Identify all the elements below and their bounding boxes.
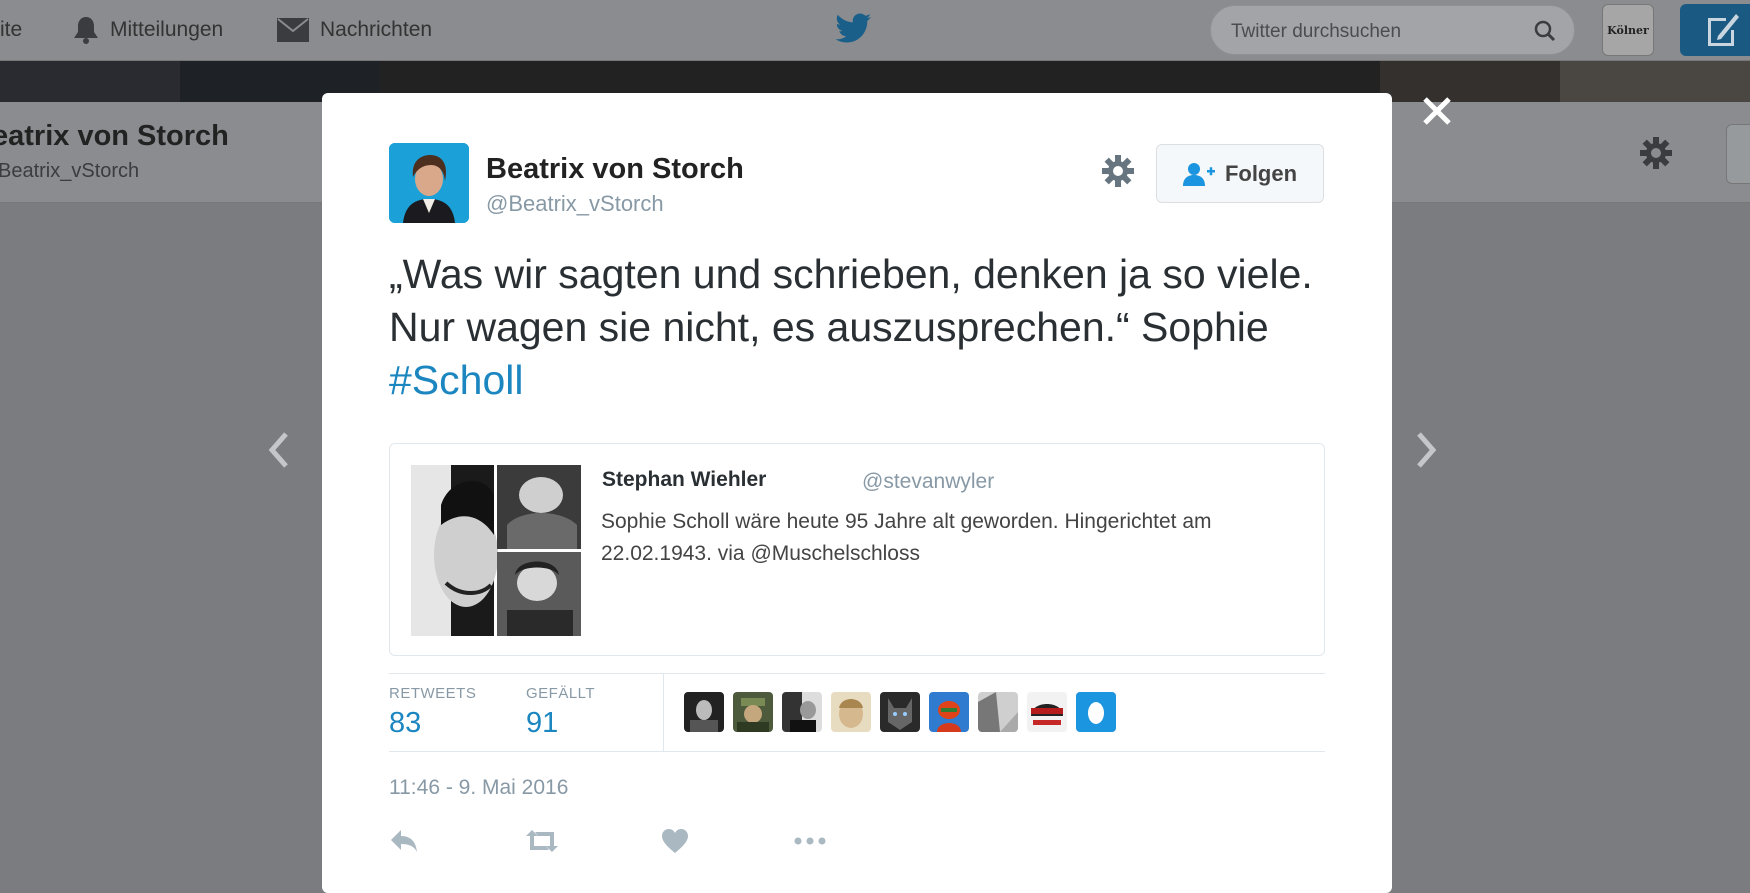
tweet-modal: Beatrix von Storch @Beatrix_vStorch Folg… [322,93,1392,893]
liker-avatar[interactable] [978,692,1018,732]
profile-handle: Beatrix_vStorch [0,160,140,182]
envelope-icon [277,18,309,42]
author-name[interactable]: Beatrix von Storch [486,153,744,186]
chevron-right-icon[interactable] [1415,430,1439,470]
search-box[interactable] [1210,5,1575,55]
chevron-left-icon[interactable] [266,430,290,470]
liker-avatar[interactable] [733,692,773,732]
nav-home[interactable]: ite [0,0,22,60]
twitter-bird-icon[interactable] [836,12,872,46]
retweet-icon[interactable] [524,828,560,854]
quoted-tweet[interactable]: Stephan Wiehler @stevanwyler Sophie Scho… [389,443,1325,656]
retweets-label: RETWEETS [389,685,477,702]
liker-avatar[interactable] [929,692,969,732]
liker-avatar[interactable] [880,692,920,732]
profile-follow-button[interactable] [1726,124,1750,184]
author-avatar[interactable] [389,143,469,223]
liker-avatar[interactable] [1076,692,1116,732]
divider [389,673,1325,674]
heart-icon[interactable] [661,828,689,854]
likes-label: GEFÄLLT [526,685,596,702]
author-handle[interactable]: @Beatrix_vStorch [486,191,664,217]
likes-count[interactable]: 91 [526,707,558,740]
search-icon[interactable] [1534,20,1556,42]
compose-tweet-button[interactable] [1680,4,1750,56]
gear-icon[interactable] [1102,155,1134,187]
nav-notifications[interactable]: Mitteilungen [72,0,223,60]
profile-name: eatrix von Storch [0,120,229,152]
nav-home-label: ite [0,18,23,41]
tweet-text: „Was wir sagten und schrieben, denken ja… [389,248,1349,407]
retweets-count[interactable]: 83 [389,707,421,740]
bell-icon [74,17,98,44]
nav-notifications-label: Mitteilungen [110,18,224,41]
liker-avatar[interactable] [684,692,724,732]
compose-icon [1708,14,1739,46]
reply-icon[interactable] [389,828,419,854]
nav-messages[interactable]: Nachrichten [276,0,432,60]
search-input[interactable] [1229,18,1523,46]
follow-user-icon [1182,162,1215,186]
close-icon[interactable] [1420,94,1454,128]
follow-button-label: Folgen [1224,160,1298,186]
account-avatar-label: Kölner [1607,23,1649,37]
liker-avatars [684,692,1116,732]
hashtag-link[interactable]: #Scholl [389,357,523,403]
account-avatar[interactable]: Kölner [1602,4,1654,56]
liker-avatar[interactable] [831,692,871,732]
divider [389,751,1325,752]
tweet-timestamp[interactable]: 11:46 - 9. Mai 2016 [389,776,568,800]
follow-button[interactable]: Folgen [1156,144,1324,203]
gear-icon[interactable] [1640,137,1672,169]
more-icon[interactable] [793,828,827,854]
quoted-author-handle[interactable]: @stevanwyler [862,470,994,494]
author-photo [389,143,469,223]
liker-avatar[interactable] [782,692,822,732]
tweet-text-main: „Was wir sagten und schrieben, denken ja… [389,251,1313,350]
quoted-author-name[interactable]: Stephan Wiehler [602,468,766,492]
divider [663,673,664,751]
liker-avatar[interactable] [1027,692,1067,732]
top-navigation-bar: ite Mitteilungen Nachrichten Kölner [0,0,1750,61]
nav-messages-label: Nachrichten [320,18,433,41]
quoted-tweet-image[interactable] [411,465,581,636]
quoted-tweet-text: Sophie Scholl wäre heute 95 Jahre alt ge… [601,510,1212,565]
